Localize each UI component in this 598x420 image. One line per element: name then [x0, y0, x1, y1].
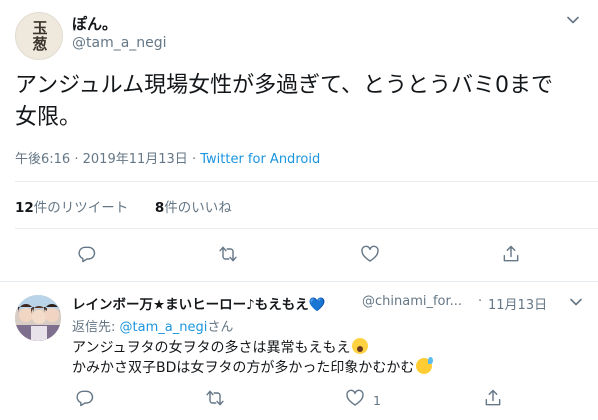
reply-date[interactable]: 11月13日 [488, 294, 547, 313]
reply-icon [77, 244, 97, 268]
reply-text-line-2: かみかさ双子BDは女ヲタの方が多かった印象かむかむ [72, 360, 415, 376]
author-handle[interactable]: @tam_a_negi [72, 35, 167, 51]
replying-to-handle[interactable]: @tam_a_negi [120, 320, 208, 335]
reply-button[interactable] [77, 245, 97, 267]
reply-text-line-1: アンジュヲタの女ヲタの多さは異常もえもえ [72, 340, 351, 356]
tweet-detail-page: 玉葱 ぽん。 @tam_a_negi アンジュルム現場女性が多過ぎて、とうとうバ… [0, 0, 598, 420]
retweet-count: 12 [15, 200, 34, 216]
share-icon [501, 244, 521, 268]
tweet-meta: 午後6:16 · 2019年11月13日 · Twitter for Andro… [15, 148, 320, 167]
retweet-label: 件のリツイート [33, 200, 129, 216]
like-icon [345, 388, 365, 412]
retweet-icon [205, 388, 225, 412]
replying-to: 返信先: @tam_a_negiさん [72, 316, 233, 335]
retweets-stat[interactable]: 12件のリツイート [15, 200, 128, 216]
reply-text-line: かみかさ双子BDは女ヲタの方が多かった印象かむかむ [72, 357, 587, 378]
retweet-icon [218, 244, 238, 268]
retweet-button[interactable] [218, 245, 238, 267]
tweet-stats: 12件のリツイート 8件のいいね [15, 196, 232, 216]
meta-separator: · [74, 152, 79, 167]
tweet-action-bar [0, 245, 598, 269]
reply-icon [75, 388, 95, 412]
chevron-down-icon[interactable] [570, 296, 582, 308]
author-avatar[interactable]: 玉葱 [15, 12, 63, 60]
meta-separator: · [191, 152, 197, 167]
tweet-time[interactable]: 午後6:16 [15, 152, 70, 167]
avatar-seal-text: 玉葱 [30, 20, 49, 52]
blue-heart-emoji: 💙 [308, 297, 326, 313]
chevron-down-icon[interactable] [567, 14, 579, 26]
reply-text: アンジュヲタの女ヲタの多さは異常もえもえ かみかさ双子BDは女ヲタの方が多かった… [72, 338, 587, 378]
divider [15, 181, 598, 182]
author-display-name[interactable]: ぽん。 [72, 13, 117, 34]
tweet-source-link[interactable]: Twitter for Android [200, 152, 320, 167]
scream-emoji-icon [352, 338, 369, 354]
reply-text-line: アンジュヲタの女ヲタの多さは異常もえもえ [72, 338, 587, 358]
reply-share-button[interactable] [483, 389, 511, 411]
reply-handle[interactable]: @chinami_for... [362, 294, 462, 309]
reply-like-button[interactable]: 1 [345, 389, 381, 411]
divider [15, 228, 598, 229]
reply-avatar[interactable] [15, 295, 61, 341]
divider [0, 281, 598, 282]
share-icon [483, 388, 503, 412]
like-button[interactable] [360, 245, 380, 267]
reply-display-name-text: レインボー万★まいヒーロー♪もえもえ [72, 297, 309, 313]
like-label: 件のいいね [164, 200, 232, 216]
reply-like-count: 1 [373, 392, 381, 408]
likes-stat[interactable]: 8件のいいね [155, 200, 232, 216]
like-icon [360, 244, 380, 268]
sweat-smile-emoji-icon [416, 357, 434, 374]
reply-display-name[interactable]: レインボー万★まいヒーロー♪もえもえ💙 [72, 293, 326, 313]
like-count: 8 [154, 200, 165, 216]
replying-to-prefix: 返信先: [72, 320, 116, 335]
share-button[interactable] [501, 245, 521, 267]
tweet-text: アンジュルム現場女性が多過ぎて、とうとうバミ0まで 女限。 [15, 73, 554, 130]
tweet-date[interactable]: 2019年11月13日 [83, 152, 188, 167]
reply-reply-button[interactable] [75, 389, 103, 411]
reply-action-bar: 1 [0, 389, 598, 413]
reply-retweet-button[interactable] [205, 389, 233, 411]
reply-meta-separator: · [478, 294, 483, 309]
replying-to-suffix: さん [207, 320, 234, 335]
